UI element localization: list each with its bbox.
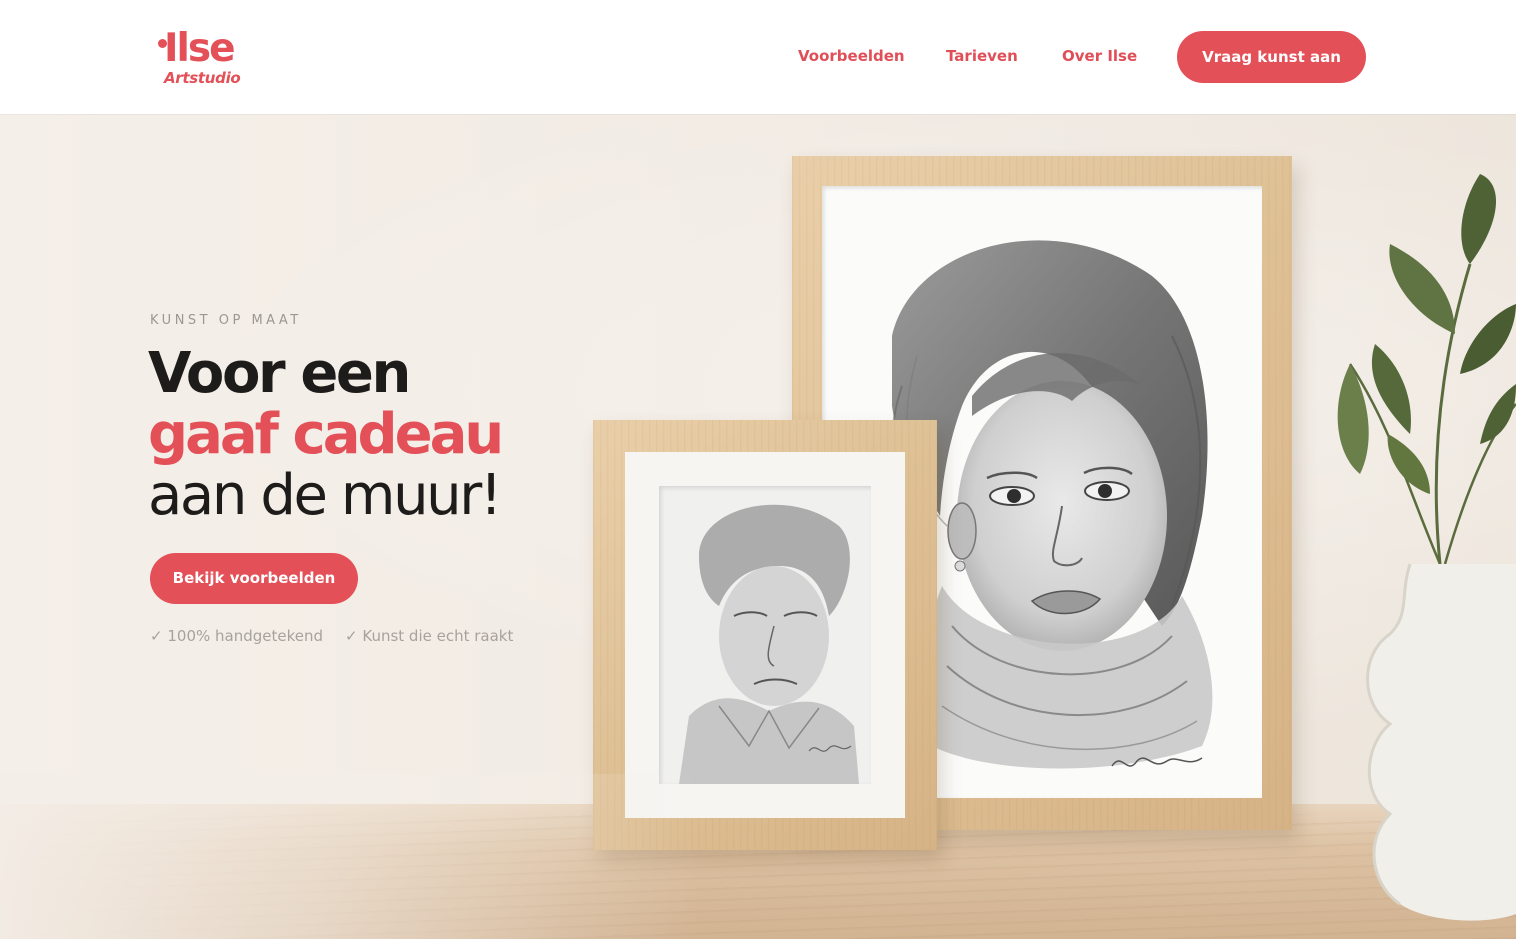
- site-header: Ilse Artstudio Voorbeelden Tarieven Over…: [0, 0, 1516, 114]
- logo-name: Ilse: [164, 26, 236, 71]
- small-portrait-drawing: [659, 486, 871, 784]
- hero-heading-line-3: aan de muur!: [148, 463, 502, 528]
- feature-handdrawn: ✓ 100% handgetekend: [150, 626, 323, 646]
- hero-eyebrow: KUNST OP MAAT: [150, 313, 302, 328]
- nav-link-voorbeelden[interactable]: Voorbeelden: [798, 46, 905, 66]
- check-icon: ✓: [345, 627, 358, 645]
- hero-heading-line-1: Voor een: [148, 341, 411, 406]
- logo[interactable]: Ilse Artstudio: [156, 26, 256, 90]
- hero-heading-highlight: gaaf cadeau: [148, 402, 504, 467]
- logo-sub: Artstudio: [164, 69, 241, 87]
- nav-link-over-ilse[interactable]: Over Ilse: [1062, 46, 1137, 66]
- feature-art-that-touches: ✓ Kunst die echt raakt: [345, 626, 513, 646]
- nav-link-tarieven[interactable]: Tarieven: [946, 46, 1018, 66]
- man-portrait-sketch: [679, 504, 859, 784]
- plant-vase-decoration: [1337, 174, 1516, 921]
- check-icon: ✓: [150, 627, 163, 645]
- request-art-button[interactable]: Vraag kunst aan: [1177, 31, 1366, 83]
- feature-text: Kunst die echt raakt: [362, 627, 514, 645]
- hero-section: KUNST OP MAAT Voor een gaaf cadeau aan d…: [0, 114, 1516, 939]
- view-examples-button[interactable]: Bekijk voorbeelden: [150, 553, 358, 604]
- feature-text: 100% handgetekend: [167, 627, 324, 645]
